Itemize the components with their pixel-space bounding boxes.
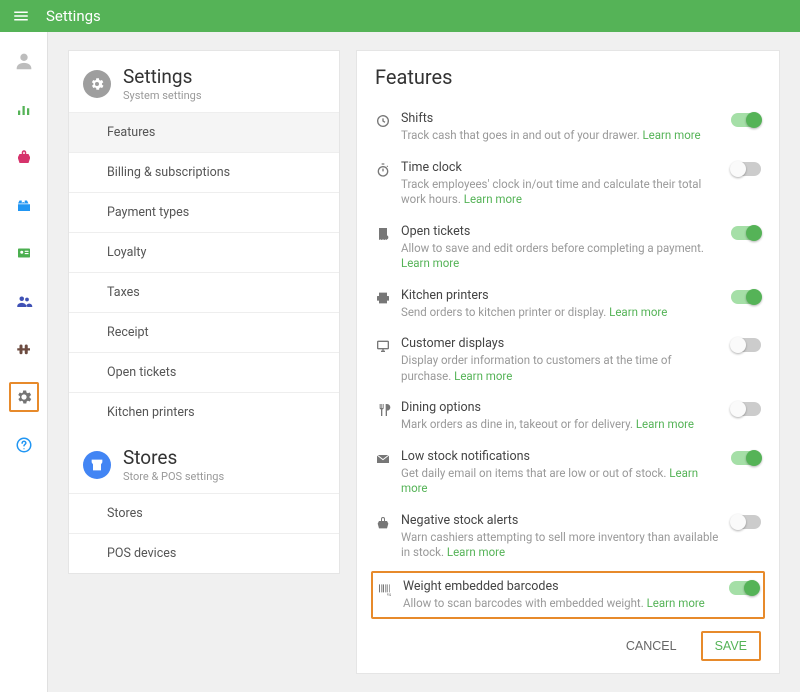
feature-title: Open tickets [401,224,721,239]
learn-more-link[interactable]: Learn more [647,596,705,610]
employees-icon[interactable] [9,238,39,268]
feature-row: Low stock notifications Get daily email o… [375,441,761,505]
learn-more-link[interactable]: Learn more [447,545,505,559]
stopwatch-icon [375,162,401,178]
account-icon[interactable] [9,46,39,76]
sidebar-item-taxes[interactable]: Taxes [69,272,339,312]
feature-desc: Allow to scan barcodes with embedded wei… [403,596,719,612]
cancel-button[interactable]: CANCEL [614,631,689,661]
feature-title: Time clock [401,160,721,175]
store-icon [83,451,111,479]
settings-icon[interactable] [9,382,39,412]
feature-desc: Mark orders as dine in, takeout or for d… [401,417,721,433]
svg-text:kg: kg [387,591,391,596]
learn-more-link[interactable]: Learn more [609,305,667,319]
hamburger-icon[interactable] [12,7,30,25]
feature-row: Negative stock alerts Warn cashiers attem… [375,505,761,569]
nav-rail [0,32,48,692]
feature-toggle[interactable] [731,226,761,240]
feature-toggle[interactable] [731,338,761,352]
sidebar-item-kitchen-printers[interactable]: Kitchen printers [69,392,339,432]
mail-icon [375,451,401,467]
feature-desc: Get daily email on items that are low or… [401,466,721,497]
features-panel: Features Shifts Track cash that goes in a… [356,50,780,674]
topbar-title: Settings [46,7,101,25]
basket-icon [375,515,401,531]
products-icon[interactable] [9,142,39,172]
sidebar-item-open-tickets[interactable]: Open tickets [69,352,339,392]
feature-row: Shifts Track cash that goes in and out of… [375,103,761,152]
learn-more-link[interactable]: Learn more [636,417,694,431]
sidebar-item-pos-devices[interactable]: POS devices [69,533,339,573]
learn-more-link[interactable]: Learn more [464,192,522,206]
inventory-icon[interactable] [9,190,39,220]
feature-desc: Warn cashiers attempting to sell more in… [401,530,721,561]
display-icon [375,338,401,354]
section-title: Settings [123,65,202,88]
customers-icon[interactable] [9,286,39,316]
sidebar-item-receipt[interactable]: Receipt [69,312,339,352]
feature-desc: Display order information to customers a… [401,353,721,384]
feature-toggle[interactable] [731,113,761,127]
feature-toggle[interactable] [731,162,761,176]
section-header-settings: Settings System settings [69,51,339,112]
gear-icon [83,70,111,98]
learn-more-link[interactable]: Learn more [454,369,512,383]
save-button[interactable]: SAVE [701,631,761,661]
feature-toggle[interactable] [729,581,759,595]
barcode-icon: kg [377,581,403,597]
feature-row: kg Weight embedded barcodes Allow to scan … [371,571,765,620]
feature-title: Kitchen printers [401,288,721,303]
feature-desc: Track cash that goes in and out of your … [401,128,721,144]
sidebar-item-payment-types[interactable]: Payment types [69,192,339,232]
feature-row: Kitchen printers Send orders to kitchen p… [375,280,761,329]
learn-more-link[interactable]: Learn more [401,256,459,270]
feature-toggle[interactable] [731,290,761,304]
feature-toggle[interactable] [731,451,761,465]
topbar: Settings [0,0,800,32]
section-subtitle: Store & POS settings [123,470,224,483]
feature-title: Dining options [401,400,721,415]
section-header-stores: Stores Store & POS settings [69,432,339,493]
help-icon[interactable] [9,430,39,460]
receipt-icon [375,226,401,242]
feature-desc: Allow to save and edit orders before com… [401,241,721,272]
feature-title: Negative stock alerts [401,513,721,528]
learn-more-link[interactable]: Learn more [642,128,700,142]
feature-row: Time clock Track employees' clock in/out … [375,152,761,216]
integrations-icon[interactable] [9,334,39,364]
printer-icon [375,290,401,306]
feature-desc: Track employees' clock in/out time and c… [401,177,721,208]
section-title: Stores [123,446,224,469]
feature-toggle[interactable] [731,402,761,416]
sidebar-item-loyalty[interactable]: Loyalty [69,232,339,272]
sidebar-item-stores[interactable]: Stores [69,493,339,533]
feature-desc: Send orders to kitchen printer or displa… [401,305,721,321]
feature-row: Open tickets Allow to save and edit order… [375,216,761,280]
settings-sidebar: Settings System settings Features Billin… [68,50,340,574]
feature-toggle[interactable] [731,515,761,529]
feature-title: Customer displays [401,336,721,351]
feature-title: Shifts [401,111,721,126]
feature-title: Low stock notifications [401,449,721,464]
feature-row: Customer displays Display order informati… [375,328,761,392]
feature-row: Dining options Mark orders as dine in, ta… [375,392,761,441]
page-title: Features [375,65,761,89]
cutlery-icon [375,402,401,418]
section-subtitle: System settings [123,89,202,102]
sidebar-item-billing[interactable]: Billing & subscriptions [69,152,339,192]
analytics-icon[interactable] [9,94,39,124]
feature-title: Weight embedded barcodes [403,579,719,594]
sidebar-item-features[interactable]: Features [69,112,339,152]
clock-icon [375,113,401,129]
